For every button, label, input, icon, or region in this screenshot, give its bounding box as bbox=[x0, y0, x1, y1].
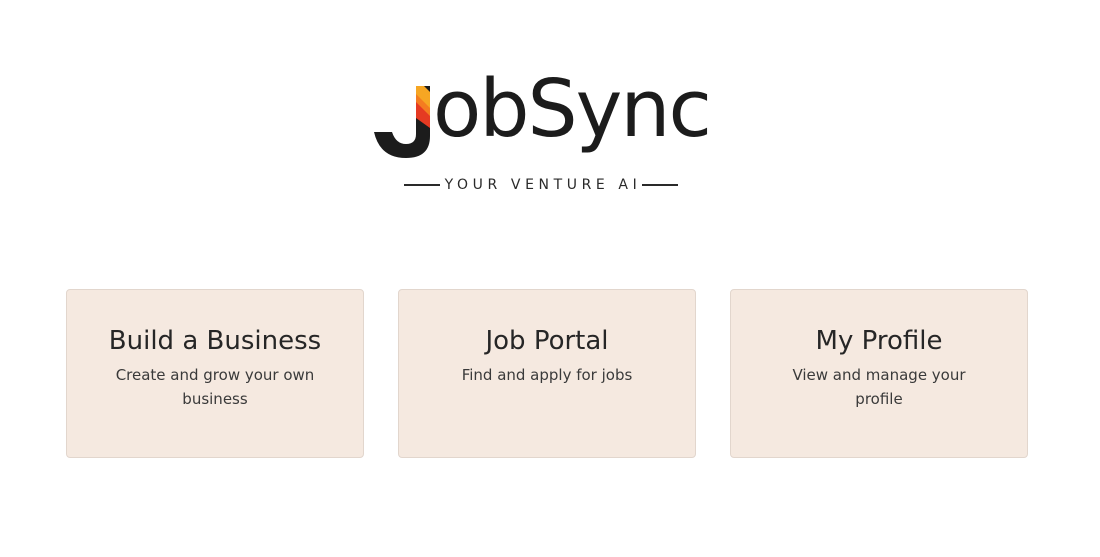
build-business-card[interactable]: Build a Business Create and grow your ow… bbox=[66, 289, 364, 458]
logo-tagline: YOUR VENTURE AI bbox=[392, 177, 690, 193]
card-title: Build a Business bbox=[108, 326, 322, 356]
tagline-text: YOUR VENTURE AI bbox=[444, 177, 642, 193]
job-portal-card[interactable]: Job Portal Find and apply for jobs bbox=[398, 289, 696, 458]
my-profile-card[interactable]: My Profile View and manage your profile bbox=[730, 289, 1028, 458]
card-description: Find and apply for jobs bbox=[461, 366, 633, 384]
card-title: Job Portal bbox=[485, 326, 609, 356]
logo-j-mark-icon bbox=[374, 86, 430, 158]
tagline-left-rule bbox=[403, 184, 440, 186]
tagline-right-rule bbox=[642, 184, 679, 186]
landing-page: obSync YOUR VENTURE AI Build a Business … bbox=[0, 0, 1100, 557]
jobsync-logo: obSync YOUR VENTURE AI bbox=[372, 70, 712, 196]
card-description: Create and grow your own business bbox=[115, 366, 315, 408]
card-title: My Profile bbox=[815, 326, 943, 356]
logo-wordmark: obSync bbox=[433, 63, 712, 155]
card-description: View and manage your profile bbox=[792, 366, 966, 408]
